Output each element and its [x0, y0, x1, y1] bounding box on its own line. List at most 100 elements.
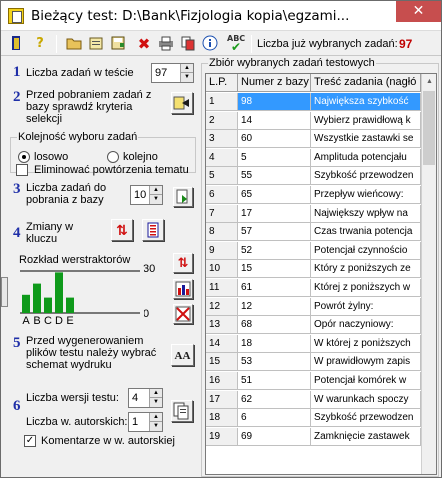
- row-number-cell[interactable]: 19: [206, 427, 238, 446]
- chart-side-handle[interactable]: [1, 277, 8, 307]
- table-row[interactable]: 4 5 Amplituda potencjału: [206, 148, 421, 167]
- spinner-arrows[interactable]: ▲ ▼: [180, 64, 193, 82]
- row-number-cell[interactable]: 15: [206, 353, 238, 372]
- base-number-cell[interactable]: 18: [238, 334, 311, 353]
- row-number-cell[interactable]: 9: [206, 241, 238, 260]
- exit-door-icon[interactable]: [7, 35, 25, 53]
- task-content-cell[interactable]: Największy wpływ na: [311, 204, 421, 223]
- author-versions-spinner[interactable]: 1 ▲ ▼: [128, 412, 163, 432]
- fetch-count-spinner[interactable]: 10 ▲ ▼: [130, 185, 163, 205]
- base-number-cell[interactable]: 57: [238, 223, 311, 242]
- table-row[interactable]: 1 98 Największa szybkość: [206, 93, 421, 111]
- print-scheme-button[interactable]: AA: [171, 344, 194, 366]
- shuffle-key-button[interactable]: ⇅: [111, 219, 133, 241]
- table-row[interactable]: 3 60 Wszystkie zastawki se: [206, 130, 421, 149]
- eliminate-repeats-checkbox[interactable]: [16, 164, 28, 176]
- spin-up-icon[interactable]: ▲: [150, 186, 162, 195]
- task-content-cell[interactable]: Opór naczyniowy:: [311, 316, 421, 335]
- task-content-cell[interactable]: Przepływ wieńcowy:: [311, 186, 421, 204]
- spin-up-icon[interactable]: ▲: [181, 64, 193, 73]
- row-number-cell[interactable]: 3: [206, 130, 238, 149]
- task-content-cell[interactable]: Której z poniższych w: [311, 279, 421, 297]
- spin-down-icon[interactable]: ▼: [150, 422, 162, 431]
- row-number-cell[interactable]: 8: [206, 223, 238, 242]
- base-number-cell[interactable]: 69: [238, 427, 311, 446]
- table-vertical-scrollbar[interactable]: ▲: [421, 74, 436, 474]
- base-number-cell[interactable]: 52: [238, 241, 311, 260]
- selected-tasks-table[interactable]: L.P. Numer z bazy Treść zadania (nagłó 1…: [205, 73, 437, 475]
- scrollbar-thumb[interactable]: [423, 91, 435, 165]
- table-row[interactable]: 10 15 Który z poniższych ze: [206, 260, 421, 279]
- row-number-cell[interactable]: 14: [206, 334, 238, 353]
- row-number-cell[interactable]: 12: [206, 297, 238, 316]
- table-row[interactable]: 18 6 Szybkość przewodzen: [206, 409, 421, 428]
- table-row[interactable]: 15 53 W prawidłowym zapis: [206, 353, 421, 372]
- table-row[interactable]: 11 61 Której z poniższych w: [206, 279, 421, 297]
- base-number-cell[interactable]: 15: [238, 260, 311, 279]
- row-number-cell[interactable]: 10: [206, 260, 238, 279]
- table-row[interactable]: 16 51 Potencjał komórek w: [206, 372, 421, 390]
- table-row[interactable]: 17 62 W warunkach spoczy: [206, 390, 421, 409]
- base-number-cell[interactable]: 14: [238, 111, 311, 130]
- versions-spinner[interactable]: 4 ▲ ▼: [128, 388, 163, 408]
- spinner-arrows[interactable]: ▲ ▼: [149, 413, 162, 431]
- base-number-cell[interactable]: 60: [238, 130, 311, 149]
- base-number-cell[interactable]: 6: [238, 409, 311, 428]
- row-number-cell[interactable]: 16: [206, 372, 238, 390]
- spin-down-icon[interactable]: ▼: [150, 195, 162, 204]
- key-list-button[interactable]: [142, 219, 164, 241]
- delete-icon[interactable]: ✖: [135, 35, 153, 53]
- table-row[interactable]: 7 17 Największy wpływ na: [206, 204, 421, 223]
- distribution-stats-button[interactable]: [173, 279, 193, 299]
- task-count-spinner[interactable]: 97 ▲ ▼: [151, 63, 194, 83]
- print-icon[interactable]: [157, 35, 175, 53]
- row-number-cell[interactable]: 4: [206, 148, 238, 167]
- task-content-cell[interactable]: Wybierz prawidłową k: [311, 111, 421, 130]
- open-test-icon[interactable]: [87, 35, 105, 53]
- info-icon[interactable]: [201, 35, 219, 53]
- task-content-cell[interactable]: Powrót żylny:: [311, 297, 421, 316]
- base-number-cell[interactable]: 12: [238, 297, 311, 316]
- table-row[interactable]: 8 57 Czas trwania potencja: [206, 223, 421, 242]
- row-number-cell[interactable]: 13: [206, 316, 238, 335]
- row-number-cell[interactable]: 2: [206, 111, 238, 130]
- base-number-cell[interactable]: 62: [238, 390, 311, 409]
- task-content-cell[interactable]: Szybkość przewodzen: [311, 409, 421, 428]
- spin-up-icon[interactable]: ▲: [150, 413, 162, 422]
- spellcheck-icon[interactable]: ABC ✔: [227, 35, 245, 54]
- row-number-cell[interactable]: 6: [206, 186, 238, 204]
- task-content-cell[interactable]: W której z poniższych: [311, 334, 421, 353]
- base-number-cell[interactable]: 51: [238, 372, 311, 390]
- spinner-arrows[interactable]: ▲ ▼: [149, 186, 162, 204]
- task-content-cell[interactable]: Który z poniższych ze: [311, 260, 421, 279]
- task-content-cell[interactable]: Potencjał komórek w: [311, 372, 421, 390]
- table-row[interactable]: 13 68 Opór naczyniowy:: [206, 316, 421, 335]
- task-content-cell[interactable]: Szybkość przewodzen: [311, 167, 421, 186]
- row-number-cell[interactable]: 11: [206, 279, 238, 297]
- table-row[interactable]: 14 18 W której z poniższych: [206, 334, 421, 353]
- base-number-cell[interactable]: 98: [238, 93, 311, 111]
- table-row[interactable]: 6 65 Przepływ wieńcowy:: [206, 186, 421, 204]
- row-number-cell[interactable]: 17: [206, 390, 238, 409]
- task-content-cell[interactable]: Amplituda potencjału: [311, 148, 421, 167]
- sequential-radio[interactable]: [107, 151, 119, 163]
- column-header-lp[interactable]: L.P.: [206, 74, 238, 92]
- scroll-up-icon[interactable]: ▲: [422, 74, 436, 90]
- base-number-cell[interactable]: 68: [238, 316, 311, 335]
- table-row[interactable]: 9 52 Potencjał czynnościo: [206, 241, 421, 260]
- task-content-cell[interactable]: W warunkach spoczy: [311, 390, 421, 409]
- table-row[interactable]: 19 69 Zamknięcie zastawek: [206, 427, 421, 446]
- row-number-cell[interactable]: 7: [206, 204, 238, 223]
- base-number-cell[interactable]: 65: [238, 186, 311, 204]
- selection-criteria-button[interactable]: [171, 92, 193, 114]
- base-number-cell[interactable]: 17: [238, 204, 311, 223]
- row-number-cell[interactable]: 5: [206, 167, 238, 186]
- task-content-cell[interactable]: Największa szybkość: [311, 93, 421, 111]
- task-content-cell[interactable]: Potencjał czynnościo: [311, 241, 421, 260]
- row-number-cell[interactable]: 1: [206, 93, 238, 111]
- spin-down-icon[interactable]: ▼: [150, 398, 162, 407]
- table-row[interactable]: 12 12 Powrót żylny:: [206, 297, 421, 316]
- fetch-from-base-button[interactable]: [173, 187, 193, 207]
- table-row[interactable]: 2 14 Wybierz prawidłową k: [206, 111, 421, 130]
- base-number-cell[interactable]: 61: [238, 279, 311, 297]
